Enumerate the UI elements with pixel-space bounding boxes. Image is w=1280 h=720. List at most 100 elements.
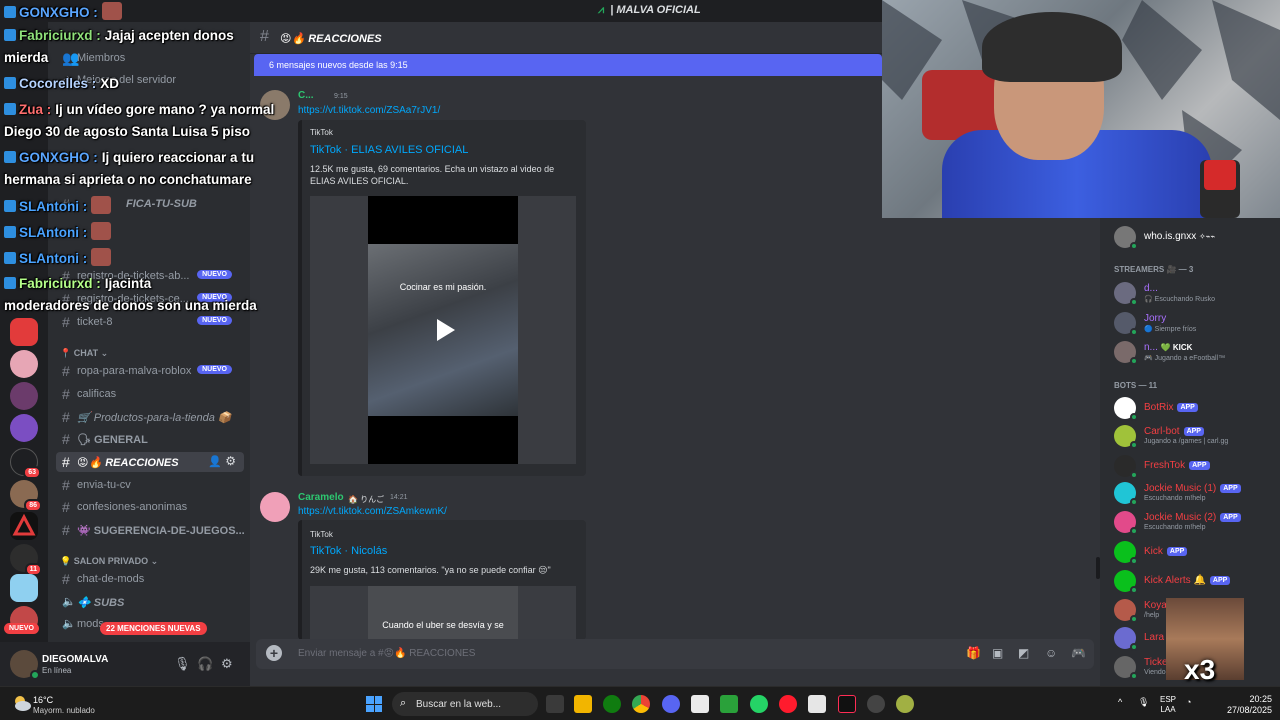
bot-item[interactable]: Jockie Music (1) APP Escuchando m!help xyxy=(1114,480,1274,506)
weather-cloud-icon[interactable] xyxy=(12,694,32,712)
video-player[interactable]: Cocinar es mi pasión. xyxy=(310,196,576,464)
whatsapp-icon[interactable] xyxy=(750,695,768,713)
server-icon[interactable] xyxy=(10,382,38,410)
avatar[interactable] xyxy=(10,650,40,680)
taskbar-search[interactable]: ⌕ Buscar en la web... xyxy=(392,692,538,716)
gift-icon[interactable]: 🎁 xyxy=(966,646,981,660)
server-icon[interactable]: 63 xyxy=(10,448,41,479)
category-chat[interactable]: 📍 CHAT ⌄ xyxy=(60,348,108,359)
add-attachment-icon[interactable]: + xyxy=(266,645,282,661)
bot-item[interactable]: Kick APP xyxy=(1114,539,1274,565)
channel-item[interactable]: # 🗣 GENERAL xyxy=(56,429,244,449)
server-icon[interactable] xyxy=(10,574,38,602)
message-link[interactable]: https://vt.tiktok.com/ZSAa7rJV1/ xyxy=(298,105,440,116)
bot-activity: Viendo xyxy=(1144,669,1166,676)
channel-item[interactable]: # confesiones-anonimas xyxy=(56,497,244,517)
new-unread-pill[interactable]: NUEVO xyxy=(4,623,39,634)
overlay-chat-line: Diego 30 de agosto Santa Luisa 5 piso xyxy=(4,124,250,139)
channel-item[interactable]: # chat-de-mods xyxy=(56,569,244,589)
overlay-chat-line: Cocorelles : XD xyxy=(4,76,119,91)
member-item[interactable]: who.is.gnxx ✧⌁⌁ xyxy=(1114,224,1274,250)
server-icon[interactable] xyxy=(10,414,38,442)
message-input[interactable]: Enviar mensaje a #😡🔥 REACCIONES xyxy=(298,648,475,659)
bot-name: Koya xyxy=(1144,600,1167,611)
gear-icon[interactable]: ⚙ xyxy=(221,656,233,672)
embed-title[interactable]: TikTok · Nicolás xyxy=(310,545,387,557)
channel-item[interactable]: # ropa-para-malva-roblox NUEVO xyxy=(56,361,244,381)
gif-icon[interactable]: ▣ xyxy=(992,646,1003,660)
file-explorer-icon[interactable] xyxy=(574,695,592,713)
bot-item[interactable]: FreshTok APP xyxy=(1114,453,1274,479)
video-player[interactable]: Cuando el uber se desvía y se xyxy=(310,586,576,640)
gear-icon[interactable]: ⚙ xyxy=(225,454,236,468)
message-composer[interactable]: + Enviar mensaje a #😡🔥 REACCIONES 🎁 ▣ ◩ … xyxy=(256,639,1094,669)
add-member-icon[interactable]: 👤 xyxy=(208,455,222,468)
discord-icon[interactable] xyxy=(662,695,680,713)
member-item[interactable]: d... 🎧 Escuchando Rusko xyxy=(1114,280,1274,306)
overlay-message: Jajaj acepten donos xyxy=(104,28,234,43)
server-icon[interactable] xyxy=(10,350,38,378)
bot-item[interactable]: BotRix APP xyxy=(1114,395,1274,421)
message-author[interactable]: C... xyxy=(298,90,314,101)
member-activity: 🎧 Escuchando Rusko xyxy=(1144,296,1215,303)
microphone-icon[interactable]: 🎙 xyxy=(174,656,191,672)
message-author[interactable]: Caramelo xyxy=(298,492,344,503)
app-badge: APP xyxy=(1166,547,1188,556)
headphones-icon[interactable]: 🎧 xyxy=(197,656,213,672)
store-icon[interactable] xyxy=(691,695,709,713)
server-icon[interactable]: 11 xyxy=(10,544,42,576)
app-icon[interactable] xyxy=(867,695,885,713)
category-salon-privado[interactable]: 💡 SALON PRIVADO ⌄ xyxy=(60,556,158,567)
bot-item[interactable]: Kick Alerts 🔔 APP xyxy=(1114,568,1274,594)
channel-item[interactable]: # ticket-8 NUEVO xyxy=(56,312,244,332)
keyboard-language[interactable]: ESP LAA xyxy=(1160,695,1176,715)
play-icon[interactable] xyxy=(425,312,461,348)
member-item[interactable]: Jorry 🔵 Siempre fríos xyxy=(1114,310,1274,336)
server-icon[interactable] xyxy=(10,318,38,346)
embed-title[interactable]: TikTok · ELIAS AVILES OFICIAL xyxy=(310,144,468,156)
sticker-icon[interactable]: ◩ xyxy=(1018,646,1029,660)
weather-condition[interactable]: Mayorm. nublado xyxy=(33,706,95,715)
bot-item[interactable]: Carl-bot APP Jugando a /games | carl.gg xyxy=(1114,423,1274,449)
channel-item[interactable]: # 🛒 Productos-para-la-tienda 📦 xyxy=(56,407,244,427)
emoji-icon[interactable]: ☺ xyxy=(1045,646,1057,660)
chrome-icon[interactable] xyxy=(632,695,650,713)
task-view-icon[interactable] xyxy=(546,695,564,713)
channel-item-active[interactable]: # 😡🔥 REACCIONES 👤 ⚙ xyxy=(56,452,244,472)
bot-item[interactable]: Jockie Music (2) APP Escuchando m!help xyxy=(1114,509,1274,535)
opera-icon[interactable] xyxy=(779,695,797,713)
xbox-icon[interactable] xyxy=(603,695,621,713)
avatar xyxy=(1114,425,1138,449)
search-input[interactable]: Buscar en la web... xyxy=(416,699,501,710)
new-mentions-pill[interactable]: 22 MENCIONES NUEVAS xyxy=(100,622,207,635)
channel-item[interactable]: # calificas xyxy=(56,384,244,404)
hash-icon: # xyxy=(62,409,70,425)
avatar xyxy=(1114,570,1138,594)
new-messages-bar[interactable]: 6 mensajes nuevos desde las 9:15 xyxy=(254,54,882,76)
channel-item[interactable]: # 👾 SUGERENCIA-DE-JUEGOS... xyxy=(56,520,244,540)
minecraft-icon[interactable] xyxy=(720,695,738,713)
tray-mic-icon[interactable]: 🎙 xyxy=(1138,697,1149,708)
windows-start-icon[interactable] xyxy=(366,696,382,712)
activities-icon[interactable]: 🎮 xyxy=(1071,646,1086,660)
tray-chevron-icon[interactable]: ^ xyxy=(1118,697,1122,707)
message-link[interactable]: https://vt.tiktok.com/ZSAmkewnK/ xyxy=(298,506,447,517)
app-icon[interactable] xyxy=(808,695,826,713)
server-icon[interactable] xyxy=(10,512,38,540)
sidebar-item-members[interactable]: 👥 Miembros xyxy=(56,48,244,68)
tiktok-icon[interactable] xyxy=(838,695,856,713)
channel-item[interactable]: # envia-tu-cv xyxy=(56,475,244,495)
overlay-chat-line: SLAntoni : xyxy=(4,196,112,214)
voice-channel-item[interactable]: 🔈 💠 SUBS xyxy=(56,592,244,612)
chat-badge-icon xyxy=(4,226,16,238)
embed-provider: TikTok xyxy=(310,530,333,539)
server-icon[interactable]: 86 xyxy=(10,480,42,512)
member-item[interactable]: n... 💚 KICK 🎮 Jugando a eFootball™ xyxy=(1114,339,1274,365)
message-avatar[interactable] xyxy=(260,492,290,522)
avatar xyxy=(1114,541,1138,565)
weather-temperature[interactable]: 16°C xyxy=(33,695,53,705)
avatar xyxy=(1114,455,1138,479)
wifi-icon[interactable]: ◔ xyxy=(1186,697,1191,707)
system-clock[interactable]: 20:25 27/08/2025 xyxy=(1220,694,1272,716)
obs-icon[interactable] xyxy=(896,695,914,713)
